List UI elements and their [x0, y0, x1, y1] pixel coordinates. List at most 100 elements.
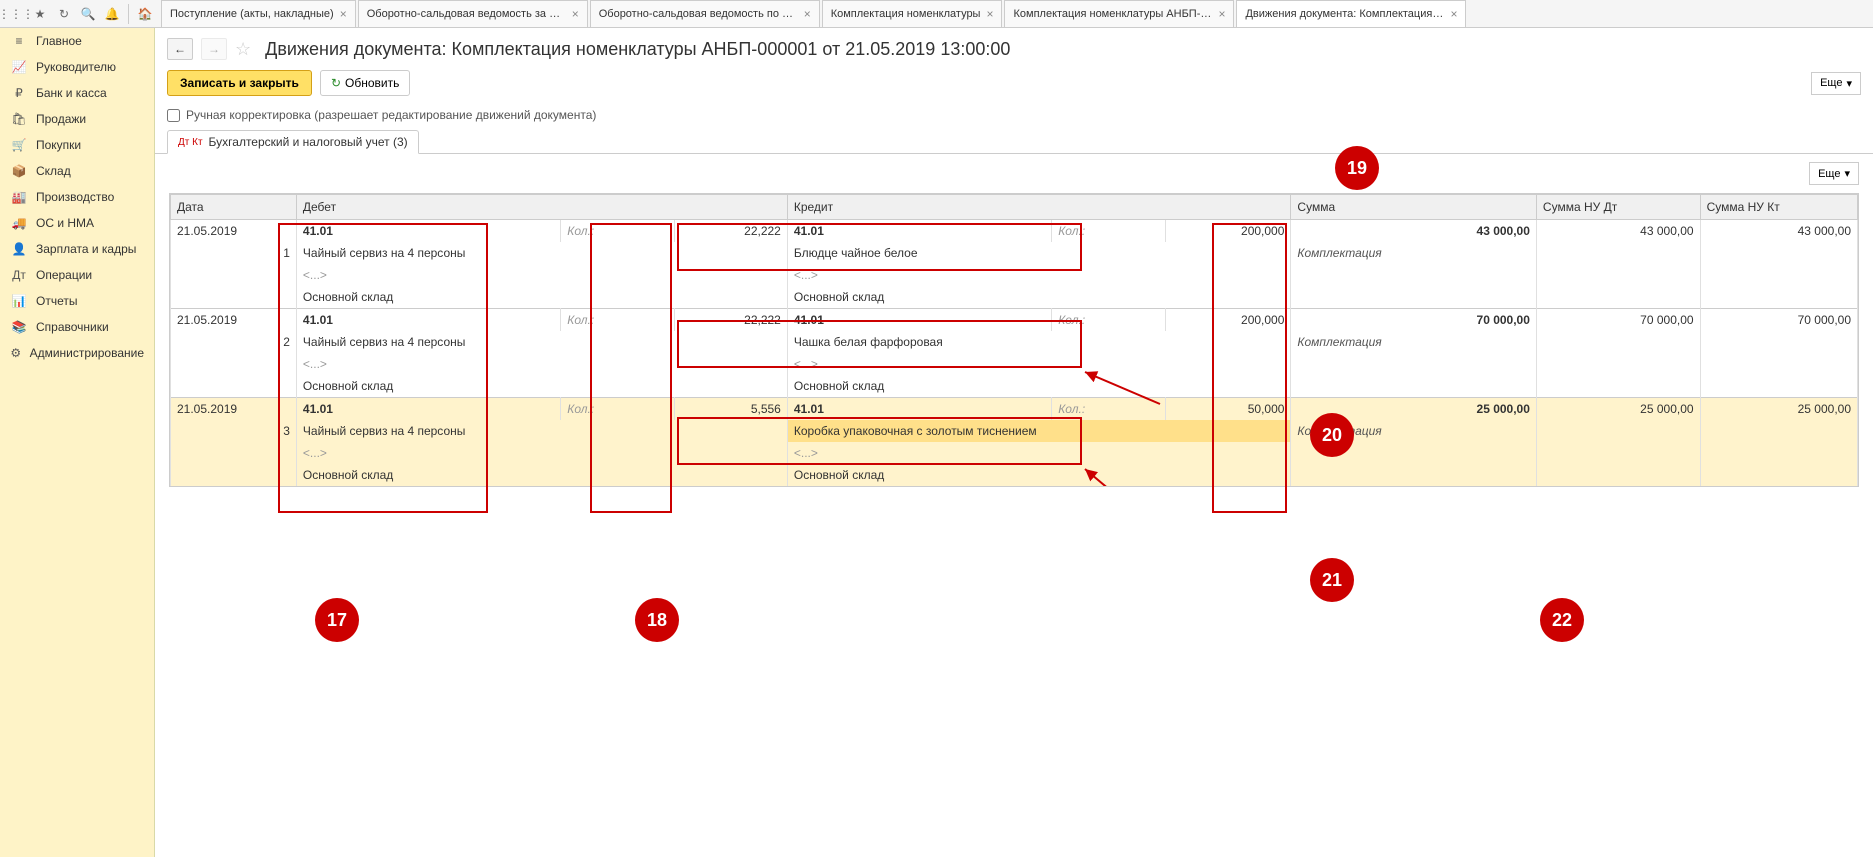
- tab-label: Комплектация номенклатуры: [831, 8, 981, 20]
- history-icon[interactable]: ↻: [52, 2, 76, 26]
- tab-accounting[interactable]: Дт Кт Бухгалтерский и налоговый учет (3): [167, 130, 419, 154]
- grid-wrap: Дата Дебет Кредит Сумма Сумма НУ Дт Сумм…: [169, 193, 1859, 487]
- sidebar-item[interactable]: ₽Банк и касса: [0, 80, 154, 106]
- cell-qty-label: Кол.:: [561, 309, 674, 332]
- home-icon[interactable]: 🏠: [133, 2, 157, 26]
- sidebar-label: Главное: [36, 34, 82, 48]
- sidebar-label: Администрирование: [30, 346, 144, 360]
- manual-edit-checkbox[interactable]: [167, 109, 180, 122]
- table-row[interactable]: 2Чайный сервиз на 4 персоныЧашка белая ф…: [171, 331, 1858, 353]
- cell-credit-item: Блюдце чайное белое: [787, 242, 1291, 264]
- cell-debit-wh: Основной склад: [296, 375, 787, 398]
- table-row[interactable]: <...><...>: [171, 264, 1858, 286]
- close-icon[interactable]: ×: [1450, 7, 1457, 21]
- cell-sum-dt: 43 000,00: [1536, 220, 1700, 243]
- save-close-button[interactable]: Записать и закрыть: [167, 70, 312, 96]
- callout-21: 21: [1310, 558, 1354, 602]
- nav-forward[interactable]: →: [201, 38, 227, 60]
- refresh-button[interactable]: ↻ Обновить: [320, 70, 410, 96]
- cell-sum: 43 000,00: [1291, 220, 1536, 243]
- sidebar-icon: 👤: [10, 242, 28, 256]
- cell-debit-qty: 5,556: [674, 398, 787, 421]
- sidebar-item[interactable]: ≡Главное: [0, 28, 154, 54]
- sidebar: ≡Главное📈Руководителю₽Банк и касса🛍Прода…: [0, 28, 155, 857]
- sidebar-item[interactable]: 📊Отчеты: [0, 288, 154, 314]
- nav-back[interactable]: ←: [167, 38, 193, 60]
- col-debit[interactable]: Дебет: [296, 195, 787, 220]
- table-row[interactable]: 3Чайный сервиз на 4 персоныКоробка упако…: [171, 420, 1858, 442]
- sidebar-icon: 🏭: [10, 190, 28, 204]
- col-sum[interactable]: Сумма: [1291, 195, 1536, 220]
- refresh-label: Обновить: [345, 76, 399, 90]
- callout-17: 17: [315, 598, 359, 642]
- search-icon[interactable]: 🔍: [76, 2, 100, 26]
- cell-date: 21.05.2019: [171, 398, 297, 421]
- cell-qty-label: Кол.:: [1052, 309, 1165, 332]
- more-button-top[interactable]: Еще▾: [1811, 72, 1861, 95]
- col-date[interactable]: Дата: [171, 195, 297, 220]
- col-sum-kt[interactable]: Сумма НУ Кт: [1700, 195, 1857, 220]
- cell-sum-kt: 25 000,00: [1700, 398, 1857, 421]
- top-toolbar: ⋮⋮⋮ ★ ↻ 🔍 🔔 🏠 Поступление (акты, накладн…: [0, 0, 1873, 28]
- more-button-grid[interactable]: Еще▾: [1809, 162, 1859, 185]
- more-label: Еще: [1818, 168, 1840, 180]
- cell-credit-wh: Основной склад: [787, 286, 1291, 309]
- sidebar-item[interactable]: 📚Справочники: [0, 314, 154, 340]
- cell-debit-wh: Основной склад: [296, 464, 787, 486]
- separator: [128, 4, 129, 24]
- main-area: ← → ☆ Движения документа: Комплектация н…: [155, 28, 1873, 857]
- close-icon[interactable]: ×: [340, 7, 347, 21]
- bell-icon[interactable]: 🔔: [100, 2, 124, 26]
- cell-row-num: 2: [171, 331, 297, 353]
- tab[interactable]: Оборотно-сальдовая ведомость по счету 4.…: [590, 0, 820, 27]
- col-sum-dt[interactable]: Сумма НУ Дт: [1536, 195, 1700, 220]
- sidebar-item[interactable]: 📦Склад: [0, 158, 154, 184]
- table-row[interactable]: 1Чайный сервиз на 4 персоныБлюдце чайное…: [171, 242, 1858, 264]
- table-row[interactable]: 21.05.201941.01Кол.:22,22241.01Кол.:200,…: [171, 220, 1858, 243]
- col-credit[interactable]: Кредит: [787, 195, 1291, 220]
- cell-sum-kt: 70 000,00: [1700, 309, 1857, 332]
- more-label: Еще: [1820, 77, 1842, 89]
- sidebar-icon: 📈: [10, 60, 28, 74]
- cell-credit-extra: <...>: [787, 442, 1291, 464]
- sidebar-item[interactable]: ДтОперации: [0, 262, 154, 288]
- cell-row-num: 1: [171, 242, 297, 264]
- sidebar-item[interactable]: 🏭Производство: [0, 184, 154, 210]
- table-row[interactable]: Основной складОсновной склад: [171, 375, 1858, 398]
- close-icon[interactable]: ×: [572, 7, 579, 21]
- close-icon[interactable]: ×: [986, 7, 993, 21]
- sidebar-item[interactable]: ⚙Администрирование: [0, 340, 154, 366]
- tab[interactable]: Комплектация номенклатуры АНБП-000001...…: [1004, 0, 1234, 27]
- tab[interactable]: Движения документа: Комплектация номен..…: [1236, 0, 1466, 27]
- sidebar-item[interactable]: 🛍Продажи: [0, 106, 154, 132]
- close-icon[interactable]: ×: [804, 7, 811, 21]
- table-row[interactable]: <...><...>: [171, 353, 1858, 375]
- apps-icon[interactable]: ⋮⋮⋮: [4, 2, 28, 26]
- table-row[interactable]: <...><...>: [171, 442, 1858, 464]
- sidebar-item[interactable]: 🚚ОС и НМА: [0, 210, 154, 236]
- table-row[interactable]: Основной складОсновной склад: [171, 464, 1858, 486]
- sidebar-item[interactable]: 🛒Покупки: [0, 132, 154, 158]
- table-row[interactable]: 21.05.201941.01Кол.:22,22241.01Кол.:200,…: [171, 309, 1858, 332]
- table-row[interactable]: Основной складОсновной склад: [171, 286, 1858, 309]
- close-icon[interactable]: ×: [1218, 7, 1225, 21]
- star-icon[interactable]: ★: [28, 2, 52, 26]
- sidebar-label: Справочники: [36, 320, 109, 334]
- tab[interactable]: Поступление (акты, накладные)×: [161, 0, 356, 27]
- sidebar-item[interactable]: 📈Руководителю: [0, 54, 154, 80]
- table-row[interactable]: 21.05.201941.01Кол.:5,55641.01Кол.:50,00…: [171, 398, 1858, 421]
- nav-row: ← → ☆ Движения документа: Комплектация н…: [155, 28, 1873, 66]
- cell-credit-acc: 41.01: [787, 220, 1051, 243]
- cell-debit-item: Чайный сервиз на 4 персоны: [296, 420, 787, 442]
- toolbar-row: Записать и закрыть ↻ Обновить Еще▾: [155, 66, 1873, 106]
- tab-label: Оборотно-сальдовая ведомость за 2019 г. …: [367, 8, 566, 20]
- cell-debit-extra: <...>: [296, 442, 787, 464]
- cell-credit-qty: 50,000: [1165, 398, 1291, 421]
- tab[interactable]: Комплектация номенклатуры ×: [822, 0, 1003, 27]
- favorite-icon[interactable]: ☆: [235, 39, 251, 60]
- cell-qty-label: Кол.:: [561, 220, 674, 243]
- sidebar-item[interactable]: 👤Зарплата и кадры: [0, 236, 154, 262]
- cell-credit-wh: Основной склад: [787, 464, 1291, 486]
- tab[interactable]: Оборотно-сальдовая ведомость за 2019 г. …: [358, 0, 588, 27]
- entries-grid[interactable]: Дата Дебет Кредит Сумма Сумма НУ Дт Сумм…: [170, 194, 1858, 486]
